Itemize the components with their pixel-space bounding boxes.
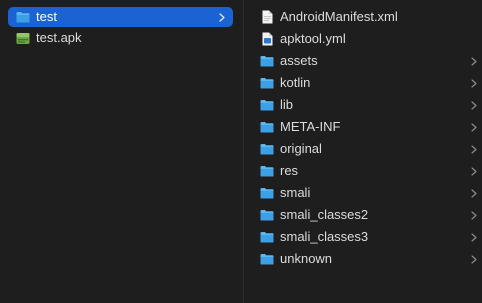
finder-column-browser: test test.apk AndroidManifest.xml apktoo… xyxy=(0,0,482,303)
folder-icon xyxy=(260,76,274,90)
folder-icon xyxy=(260,120,274,134)
file-label: apktool.yml xyxy=(280,31,346,46)
list-item-smali-classes2[interactable]: smali_classes2 xyxy=(252,205,477,225)
list-item-test-apk[interactable]: test.apk xyxy=(8,28,233,48)
folder-label: lib xyxy=(280,97,294,112)
folder-icon xyxy=(260,186,274,200)
parent-column[interactable]: test test.apk xyxy=(0,0,243,303)
folder-label: smali_classes3 xyxy=(280,229,369,244)
folder-label: unknown xyxy=(280,251,333,266)
chevron-right-icon xyxy=(471,117,477,137)
list-item-assets[interactable]: assets xyxy=(252,51,477,71)
folder-icon xyxy=(260,230,274,244)
folder-label: kotlin xyxy=(280,75,311,90)
chevron-right-icon xyxy=(471,227,477,247)
apk-file-icon xyxy=(16,31,30,45)
folder-label: test xyxy=(36,9,57,24)
folder-label: smali xyxy=(280,185,311,200)
chevron-right-icon xyxy=(471,249,477,269)
folder-icon xyxy=(260,164,274,178)
chevron-right-icon xyxy=(219,7,225,27)
list-item-androidmanifest[interactable]: AndroidManifest.xml xyxy=(252,7,477,27)
chevron-right-icon xyxy=(471,205,477,225)
folder-label: assets xyxy=(280,53,318,68)
folder-icon xyxy=(260,142,274,156)
document-icon xyxy=(260,10,274,24)
file-label: AndroidManifest.xml xyxy=(280,9,398,24)
list-item-meta-inf[interactable]: META-INF xyxy=(252,117,477,137)
folder-icon xyxy=(260,54,274,68)
yml-file-icon xyxy=(260,32,274,46)
folder-label: smali_classes2 xyxy=(280,207,369,222)
list-item-test-folder[interactable]: test xyxy=(8,7,233,27)
folder-icon xyxy=(16,10,30,24)
folder-label: original xyxy=(280,141,322,156)
list-item-unknown[interactable]: unknown xyxy=(252,249,477,269)
folder-icon xyxy=(260,98,274,112)
folder-icon xyxy=(260,252,274,266)
list-item-res[interactable]: res xyxy=(252,161,477,181)
list-item-smali-classes3[interactable]: smali_classes3 xyxy=(252,227,477,247)
folder-label: res xyxy=(280,163,299,178)
list-item-apktool-yml[interactable]: apktool.yml xyxy=(252,29,477,49)
chevron-right-icon xyxy=(471,183,477,203)
list-item-original[interactable]: original xyxy=(252,139,477,159)
chevron-right-icon xyxy=(471,161,477,181)
list-item-kotlin[interactable]: kotlin xyxy=(252,73,477,93)
chevron-right-icon xyxy=(471,73,477,93)
folder-icon xyxy=(260,208,274,222)
folder-label: META-INF xyxy=(280,119,341,134)
file-label: test.apk xyxy=(36,30,82,45)
contents-column[interactable]: AndroidManifest.xml apktool.yml assets k… xyxy=(244,0,482,303)
chevron-right-icon xyxy=(471,139,477,159)
list-item-smali[interactable]: smali xyxy=(252,183,477,203)
chevron-right-icon xyxy=(471,95,477,115)
chevron-right-icon xyxy=(471,51,477,71)
list-item-lib[interactable]: lib xyxy=(252,95,477,115)
